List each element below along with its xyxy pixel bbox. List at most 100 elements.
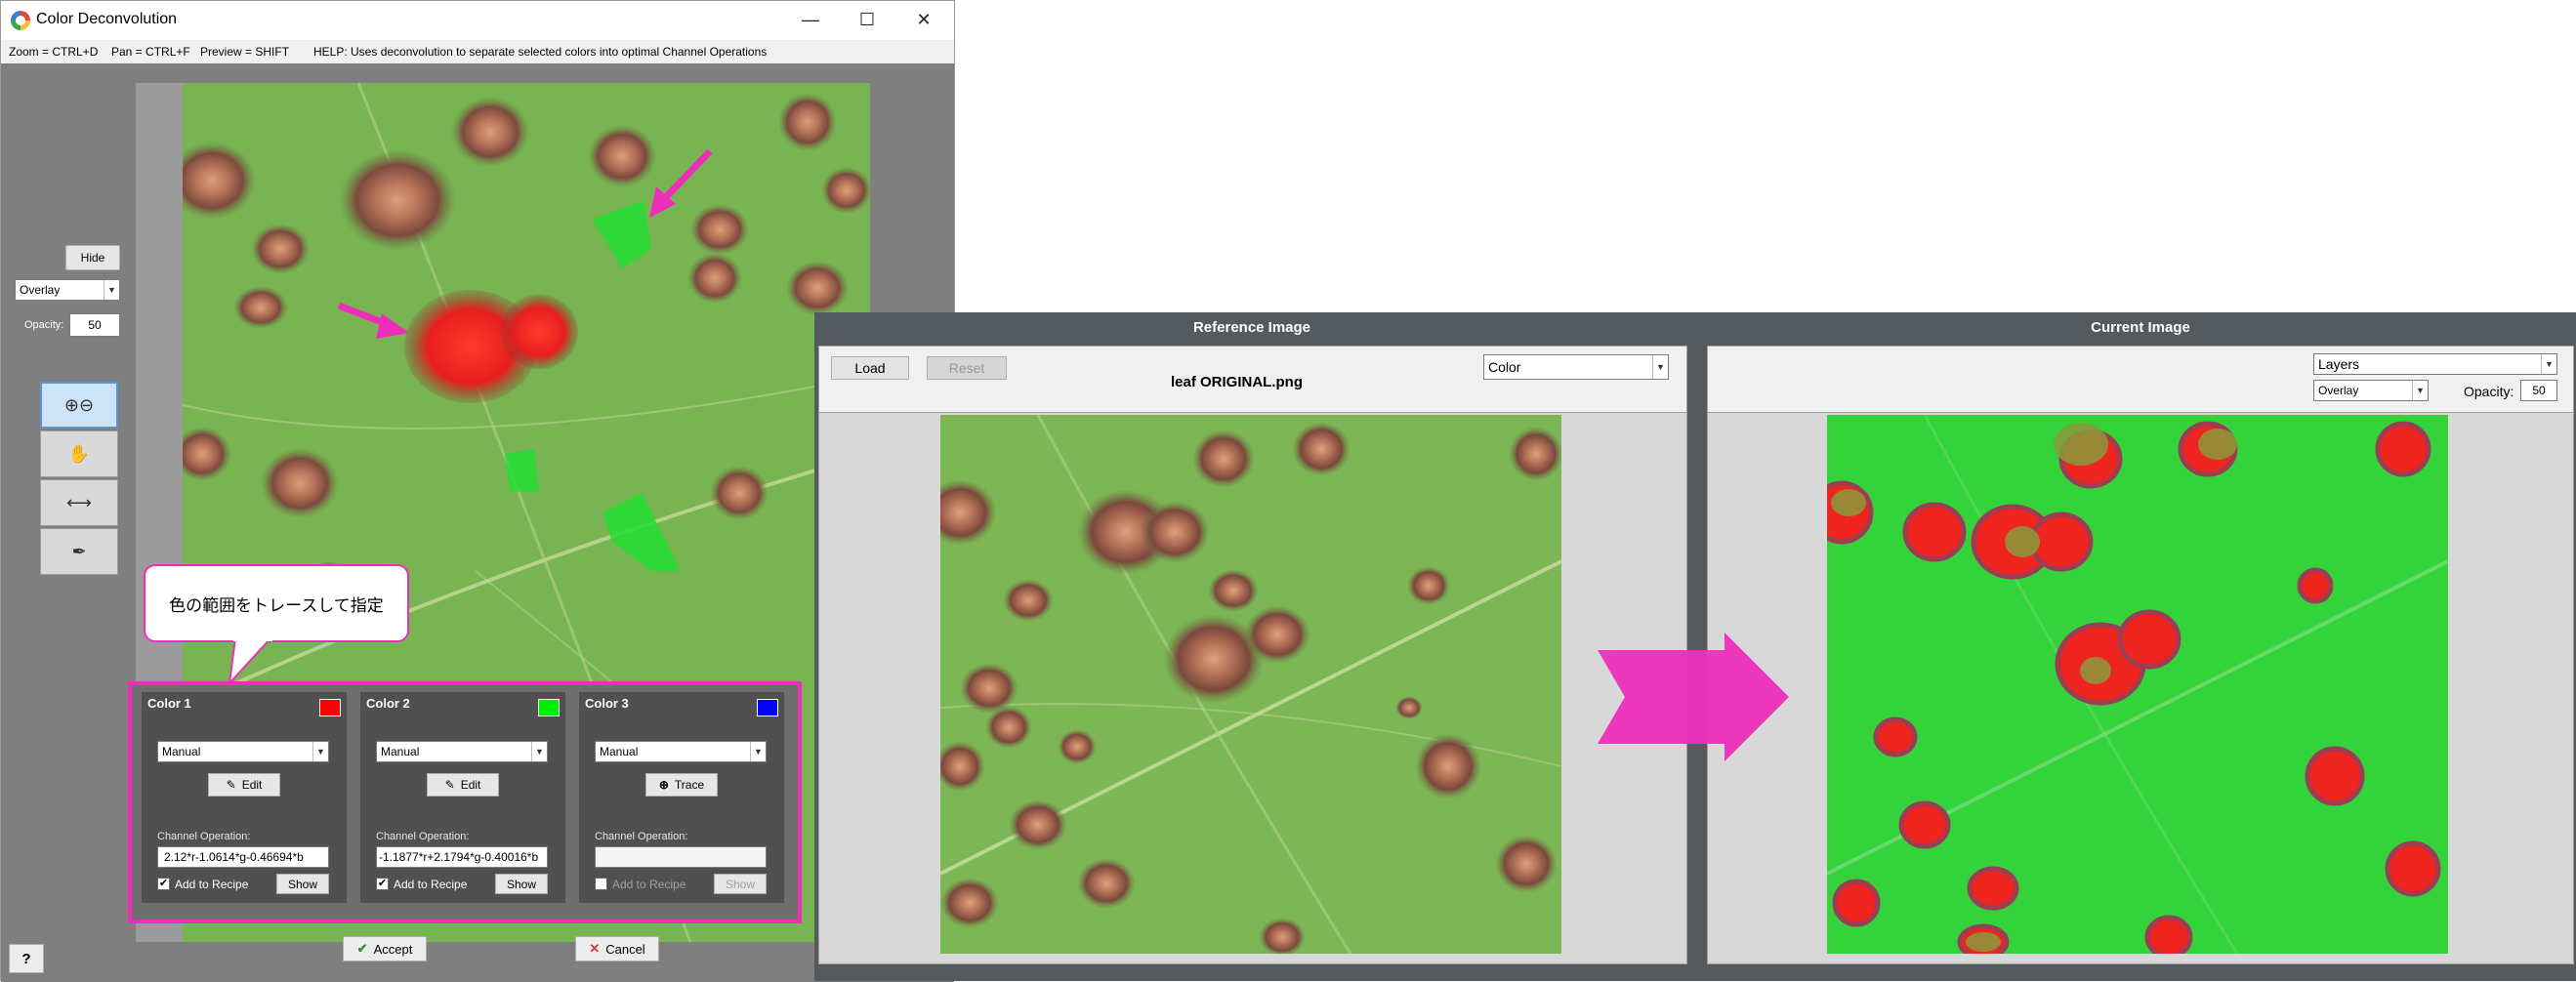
- color-2-title: Color 2: [366, 696, 410, 711]
- color-2-panel: Color 2 Manual ▼ ✎ Edit Channel Operatio…: [360, 692, 565, 903]
- zoom-tool-button[interactable]: ⊕⊖: [40, 382, 118, 429]
- add-to-recipe-label: Add to Recipe: [612, 878, 686, 891]
- close-button[interactable]: ✕: [895, 1, 952, 38]
- app-logo-icon: [11, 11, 30, 30]
- add-to-recipe-label: Add to Recipe: [175, 878, 249, 891]
- callout-text: 色の範囲をトレースして指定: [169, 595, 384, 615]
- color-1-mode-select[interactable]: Manual ▼: [157, 741, 329, 762]
- reference-mode-value: Color: [1488, 359, 1521, 375]
- reference-leaf-image: [940, 415, 1561, 954]
- measure-tool-button[interactable]: ⟷: [40, 479, 118, 526]
- trace-label: Trace: [674, 778, 705, 792]
- reference-image-pane: Load Reset leaf ORIGINAL.png Color ▼: [818, 346, 1687, 964]
- chevron-down-icon: ▼: [104, 280, 119, 300]
- window-title: Color Deconvolution: [36, 11, 178, 27]
- color-2-channel-operation-field[interactable]: -1.1877*r+2.1794*g-0.40016*b: [376, 846, 548, 868]
- chevron-down-icon: ▼: [312, 742, 328, 761]
- callout-pointer-icon: [228, 638, 272, 685]
- eyedropper-icon: ✒: [71, 541, 87, 561]
- reference-toolbar: Load Reset leaf ORIGINAL.png Color ▼: [819, 347, 1686, 413]
- trace-callout: 色の範囲をトレースして指定: [144, 564, 409, 642]
- color-3-swatch[interactable]: [757, 699, 778, 716]
- color-1-swatch[interactable]: [319, 699, 341, 716]
- current-image-pane: Layers ▼ Overlay ▼ Opacity: 50: [1707, 346, 2574, 964]
- color-3-mode-select[interactable]: Manual ▼: [595, 741, 767, 762]
- add-circle-icon: ⊕: [658, 778, 669, 792]
- overlay-mode-select[interactable]: Overlay ▼: [15, 279, 120, 301]
- title-bar: Color Deconvolution — ☐ ✕: [1, 1, 954, 40]
- help-hint: HELP: Uses deconvolution to separate sel…: [313, 45, 768, 59]
- eyedropper-tool-button[interactable]: ✒: [40, 528, 118, 575]
- color-1-edit-button[interactable]: ✎ Edit: [208, 773, 280, 797]
- cancel-label: Cancel: [605, 941, 645, 957]
- edit-label: Edit: [241, 778, 263, 792]
- load-button[interactable]: Load: [831, 356, 909, 380]
- reference-filename: leaf ORIGINAL.png: [1171, 374, 1303, 390]
- color-1-panel: Color 1 Manual ▼ ✎ Edit Channel Operatio…: [142, 692, 347, 903]
- color-3-channel-operation-field[interactable]: [595, 846, 767, 868]
- color-2-mode-value: Manual: [381, 745, 420, 758]
- shortcut-hint-bar: Zoom = CTRL+D Pan = CTRL+F Preview = SHI…: [1, 40, 954, 63]
- current-image-title: Current Image: [2091, 319, 2190, 336]
- reference-image-title: Reference Image: [1192, 319, 1311, 336]
- opacity-label: Opacity:: [24, 319, 64, 331]
- color-1-add-to-recipe-checkbox[interactable]: ✔: [157, 878, 170, 890]
- channel-operation-label: Channel Operation:: [157, 831, 251, 842]
- chevron-down-icon: ▼: [750, 742, 766, 761]
- channel-operation-label: Channel Operation:: [376, 831, 470, 842]
- color-2-add-to-recipe-checkbox[interactable]: ✔: [376, 878, 389, 890]
- channel-operation-label: Channel Operation:: [595, 831, 688, 842]
- current-opacity-input[interactable]: 50: [2520, 380, 2557, 401]
- color-1-channel-operation-field[interactable]: 2.12*r-1.0614*g-0.46694*b: [157, 846, 329, 868]
- color-3-trace-button[interactable]: ⊕ Trace: [645, 773, 718, 797]
- color-2-show-button[interactable]: Show: [495, 874, 548, 894]
- cross-icon: ✕: [589, 941, 601, 956]
- hand-icon: ✋: [67, 443, 91, 464]
- color-2-mode-select[interactable]: Manual ▼: [376, 741, 548, 762]
- color-3-panel: Color 3 Manual ▼ ⊕ Trace Channel Operati…: [579, 692, 784, 903]
- hide-button[interactable]: Hide: [65, 245, 120, 270]
- maximize-button[interactable]: ☐: [839, 1, 895, 38]
- layers-select[interactable]: Layers ▼: [2313, 353, 2557, 375]
- color-3-add-to-recipe-checkbox[interactable]: [595, 878, 607, 890]
- color-2-edit-button[interactable]: ✎ Edit: [427, 773, 499, 797]
- accept-button[interactable]: ✔ Accept: [343, 936, 427, 962]
- help-button[interactable]: ?: [9, 944, 44, 973]
- opacity-input[interactable]: 50: [69, 313, 120, 337]
- cancel-button[interactable]: ✕ Cancel: [575, 936, 659, 962]
- current-overlay-value: Overlay: [2318, 384, 2359, 397]
- accept-label: Accept: [373, 941, 413, 957]
- edit-label: Edit: [460, 778, 481, 792]
- color-1-title: Color 1: [147, 696, 191, 711]
- current-toolbar: Layers ▼ Overlay ▼ Opacity: 50: [1708, 347, 2573, 413]
- color-1-show-button[interactable]: Show: [276, 874, 329, 894]
- zoom-in-out-icon: ⊕⊖: [63, 394, 95, 415]
- chevron-down-icon: ▼: [2412, 381, 2428, 400]
- chevron-down-icon: ▼: [531, 742, 547, 761]
- layers-value: Layers: [2318, 356, 2360, 372]
- zoom-hint: Zoom = CTRL+D: [9, 45, 99, 59]
- reference-mode-select[interactable]: Color ▼: [1483, 354, 1669, 380]
- chevron-down-icon: ▼: [2541, 354, 2556, 374]
- ruler-icon: ⟷: [66, 492, 92, 512]
- reset-button[interactable]: Reset: [927, 356, 1007, 380]
- pencil-icon: ✎: [226, 778, 236, 792]
- minimize-button[interactable]: —: [782, 1, 839, 38]
- color-2-swatch[interactable]: [538, 699, 560, 716]
- pan-hint: Pan = CTRL+F: [111, 45, 190, 59]
- color-3-title: Color 3: [585, 696, 629, 711]
- chevron-down-icon: ▼: [1652, 355, 1668, 379]
- color-3-show-button[interactable]: Show: [714, 874, 767, 894]
- pencil-icon: ✎: [444, 778, 455, 792]
- current-overlay-select[interactable]: Overlay ▼: [2313, 380, 2429, 401]
- overlay-mode-value: Overlay: [20, 283, 61, 297]
- add-to-recipe-label: Add to Recipe: [394, 878, 468, 891]
- color-3-mode-value: Manual: [600, 745, 639, 758]
- current-overlay-image: [1827, 415, 2448, 954]
- color-deconvolution-dialog: Color Deconvolution — ☐ ✕ Zoom = CTRL+D …: [0, 0, 955, 982]
- preview-hint: Preview = SHIFT: [200, 45, 290, 59]
- pan-tool-button[interactable]: ✋: [40, 430, 118, 477]
- current-opacity-label: Opacity:: [2464, 384, 2514, 399]
- checkmark-icon: ✔: [356, 941, 368, 956]
- color-1-mode-value: Manual: [162, 745, 201, 758]
